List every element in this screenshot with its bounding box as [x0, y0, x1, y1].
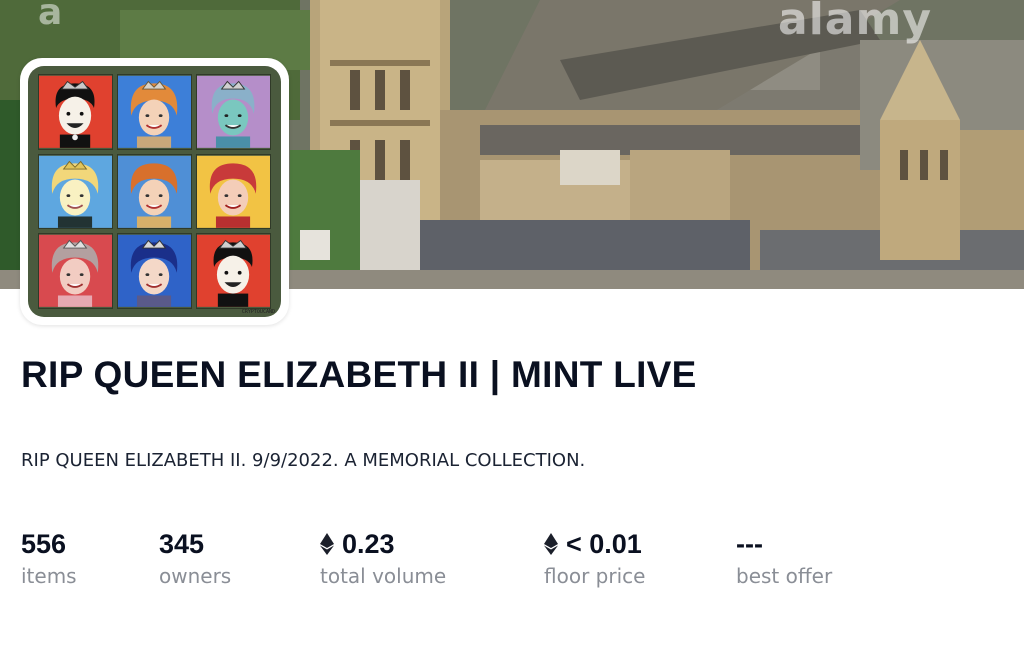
- portrait-tile: [38, 153, 113, 230]
- portrait-tile: [196, 233, 271, 309]
- watermark-text-left: a: [38, 0, 63, 33]
- stat-label: best offer: [736, 564, 833, 588]
- portrait-tile: [196, 153, 271, 230]
- stat-label: items: [21, 564, 77, 588]
- collection-title: RIP QUEEN ELIZABETH II | MINT LIVE: [21, 354, 697, 395]
- queen-portrait-grid: [38, 74, 271, 309]
- collection-avatar[interactable]: CRYPTOUCAND: [20, 58, 289, 325]
- stat-floor-price[interactable]: < 0.01 floor price: [544, 528, 645, 588]
- stat-value-text: 345: [159, 528, 205, 559]
- collection-description: RIP QUEEN ELIZABETH II. 9/9/2022. A MEMO…: [21, 450, 586, 471]
- ethereum-icon: [320, 533, 334, 555]
- portrait-tile: [38, 74, 113, 150]
- stat-label: total volume: [320, 564, 447, 588]
- stat-value: < 0.01: [544, 528, 645, 560]
- stat-value-text: ---: [736, 528, 763, 559]
- stat-value-text: 556: [21, 528, 67, 559]
- stat-value: 556: [21, 528, 77, 560]
- stat-value-text: 0.23: [342, 528, 395, 559]
- stat-value-text: < 0.01: [566, 528, 642, 559]
- portrait-tile: [117, 233, 192, 309]
- portrait-tile: [38, 233, 113, 309]
- portrait-tile: [196, 74, 271, 150]
- stat-value: 345: [159, 528, 231, 560]
- portrait-tile: [117, 153, 192, 230]
- stat-value: 0.23: [320, 528, 446, 560]
- stat-owners[interactable]: 345 owners: [159, 528, 232, 589]
- collection-stats: 556 items 345 owners 0.23 total volume <…: [0, 528, 1024, 598]
- stat-items[interactable]: 556 items: [21, 528, 77, 589]
- stat-best-offer[interactable]: --- best offer: [736, 528, 833, 589]
- avatar-artwork: CRYPTOUCAND: [28, 66, 281, 317]
- stat-value: ---: [736, 528, 832, 560]
- watermark-text: alamy: [778, 0, 932, 45]
- artist-signature: CRYPTOUCAND: [241, 309, 275, 315]
- portrait-tile: [117, 74, 192, 150]
- stat-label: floor price: [544, 564, 646, 588]
- stat-total-volume[interactable]: 0.23 total volume: [320, 528, 446, 588]
- ethereum-icon: [544, 533, 558, 555]
- stat-label: owners: [159, 564, 232, 588]
